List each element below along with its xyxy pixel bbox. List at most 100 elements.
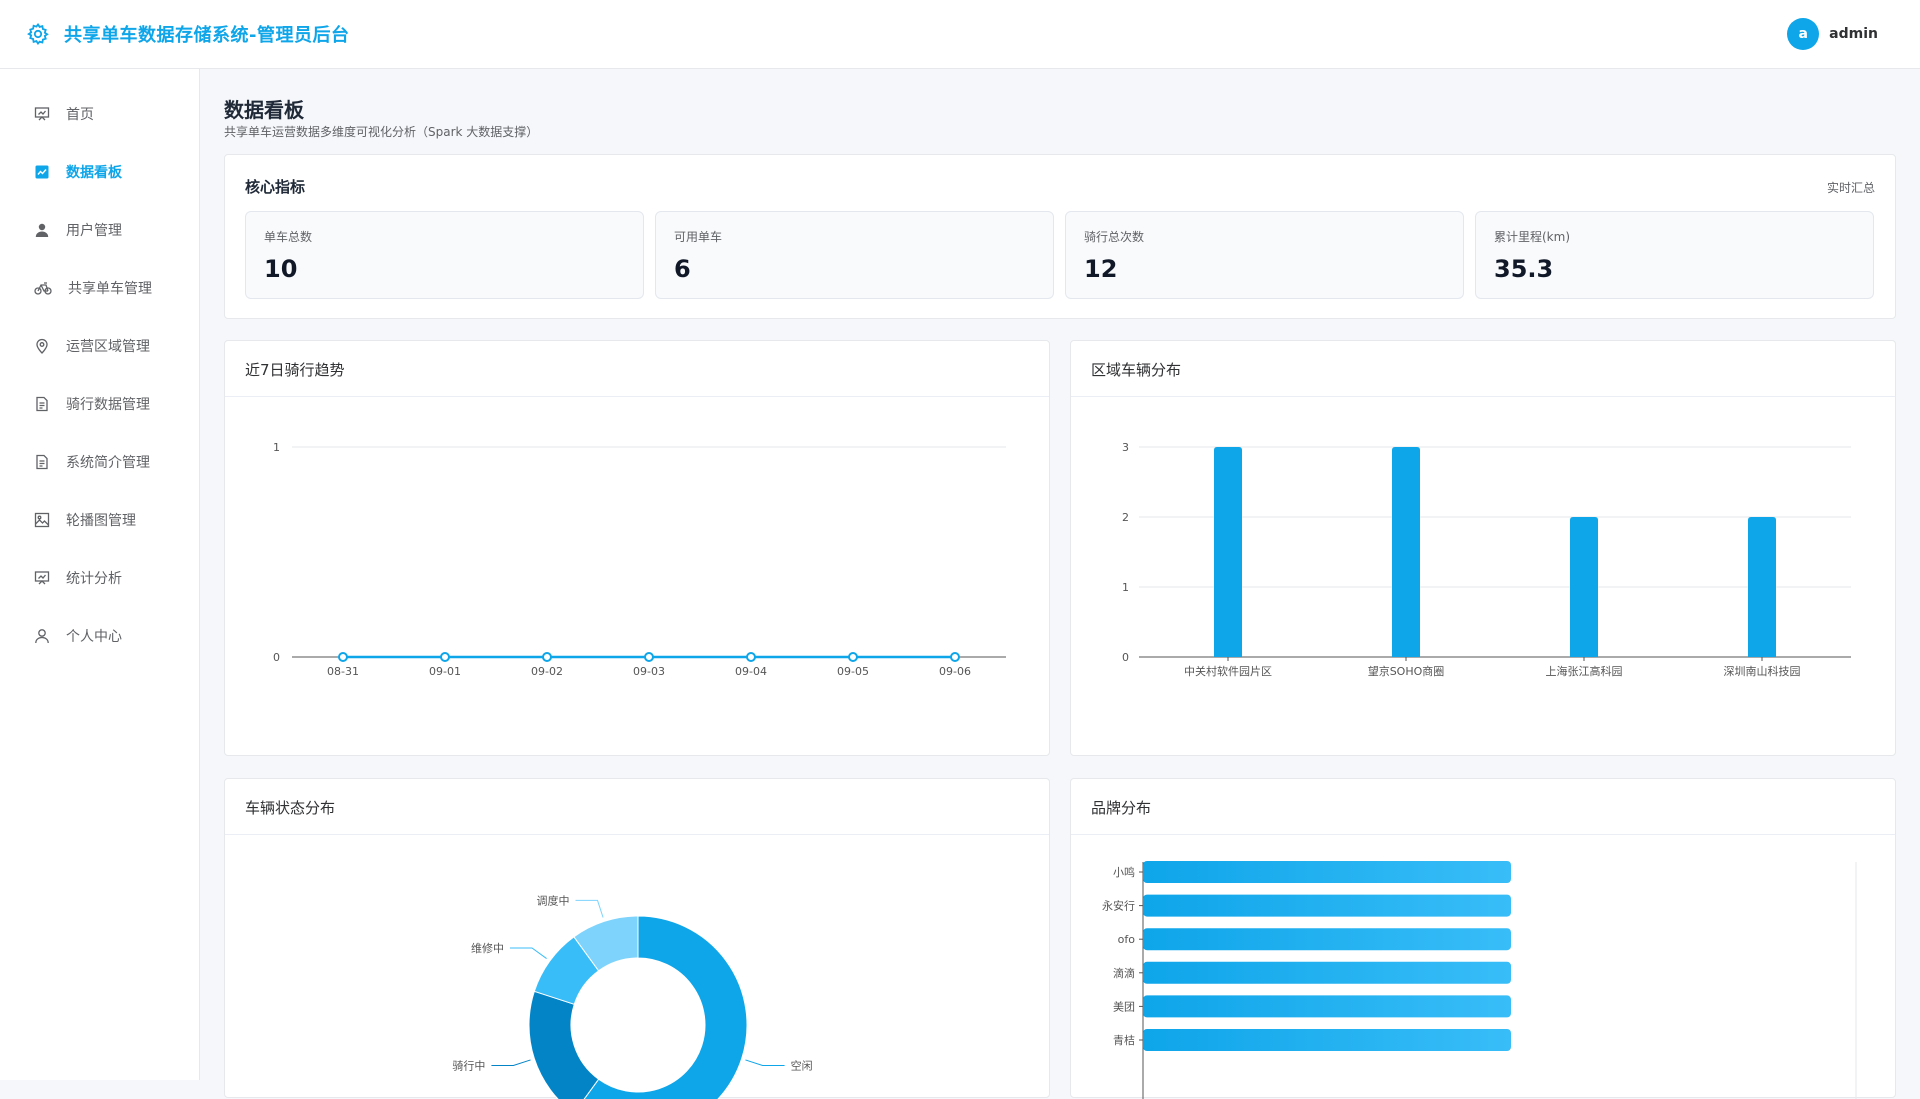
- x-tick-label: 09-01: [429, 665, 461, 678]
- x-tick-label: 09-04: [735, 665, 767, 678]
- bar: [1143, 928, 1511, 951]
- kpi-value: 12: [1084, 255, 1118, 283]
- image-icon: [34, 512, 50, 528]
- y-tick-label: 0: [273, 651, 280, 664]
- trend-card: 近7日骑行趋势 0 1 08-31 09-01 09-02 09-03 09-04 09-05…: [224, 340, 1050, 756]
- sidebar-item-rides[interactable]: 骑行数据管理: [0, 375, 199, 433]
- bar: [1143, 894, 1511, 917]
- y-tick-label: 小鸣: [1113, 865, 1135, 879]
- sidebar-item-label: 轮播图管理: [66, 513, 136, 529]
- y-tick-label: 青桔: [1113, 1033, 1135, 1047]
- region-chart: 0 1 2 3 中关村软件园片区 望京SOHO商圈 上海张江高科园 深圳南山科技园: [1122, 441, 1851, 678]
- status-card: 车辆状态分布 空闲 骑行中 维修中 调度中: [224, 778, 1050, 1099]
- x-tick-label: 09-06: [939, 665, 971, 678]
- slice-label: 维修中: [471, 941, 504, 955]
- trend-chart: 0 1 08-31 09-01 09-02 09-03 09-04 09-05 09-06: [273, 441, 1006, 678]
- user-menu[interactable]: a admin: [1787, 18, 1878, 50]
- sidebar-item-label: 运营区域管理: [66, 339, 150, 355]
- app-title: 共享单车数据存储系统-管理员后台: [64, 25, 350, 46]
- slice-label: 空闲: [791, 1058, 813, 1072]
- sidebar-item-users[interactable]: 用户管理: [0, 201, 199, 259]
- x-tick-label: 望京SOHO商圈: [1368, 664, 1445, 678]
- pie-slice: [528, 990, 600, 1099]
- slice-label: 骑行中: [452, 1059, 485, 1072]
- y-tick-label: 美团: [1113, 1000, 1135, 1013]
- brand-card: 品牌分布 小鸣 永安行 ofo 滴滴 美团 青桔: [1070, 778, 1896, 1099]
- page-title: 数据看板: [224, 98, 304, 122]
- sidebar-item-dashboard[interactable]: 数据看板: [0, 143, 199, 201]
- bar: [1143, 861, 1511, 883]
- sidebar-item-home[interactable]: 首页: [0, 85, 199, 143]
- kpi-value: 6: [674, 255, 691, 283]
- y-tick-label: ofo: [1118, 933, 1136, 946]
- user-outline-icon: [35, 629, 49, 644]
- y-tick-label: 0: [1122, 651, 1129, 664]
- bar: [1748, 517, 1776, 657]
- sidebar-item-label: 用户管理: [66, 223, 122, 239]
- sidebar-item-bikes[interactable]: 共享单车管理: [0, 259, 199, 317]
- bar: [1214, 447, 1242, 657]
- gear-icon: [26, 22, 50, 46]
- document-icon: [36, 454, 48, 470]
- presentation-icon: [34, 571, 50, 585]
- bar: [1143, 995, 1511, 1018]
- region-card: 区域车辆分布 0 1 2 3 中关村软件园片区 望京SOHO商圈 上海张江高科园 深圳南山科技…: [1070, 340, 1896, 756]
- username[interactable]: admin: [1829, 26, 1878, 42]
- sidebar-item-label: 个人中心: [66, 629, 122, 645]
- kpi-title: 核心指标: [245, 178, 306, 196]
- sidebar-item-profile[interactable]: 个人中心: [0, 607, 199, 665]
- y-tick-label: 1: [273, 441, 280, 454]
- data-point: [542, 652, 552, 662]
- status-chart: 空闲 骑行中 维修中 调度中: [452, 893, 813, 1099]
- sidebar-item-label: 共享单车管理: [68, 281, 152, 297]
- sidebar-item-label: 骑行数据管理: [66, 397, 150, 413]
- data-point: [338, 652, 348, 662]
- x-tick-label: 上海张江高科园: [1546, 664, 1623, 678]
- x-tick-label: 深圳南山科技园: [1724, 664, 1801, 678]
- x-tick-label: 中关村软件园片区: [1184, 664, 1272, 678]
- x-tick-label: 09-05: [837, 665, 869, 678]
- x-tick-label: 08-31: [327, 665, 359, 678]
- kpi-label: 单车总数: [264, 230, 313, 244]
- sidebar-item-regions[interactable]: 运营区域管理: [0, 317, 199, 375]
- kpi-label: 骑行总次数: [1084, 230, 1145, 244]
- y-tick-label: 1: [1122, 581, 1129, 594]
- data-point: [644, 652, 654, 662]
- data-point: [950, 652, 960, 662]
- data-point: [440, 652, 450, 662]
- user-icon: [35, 223, 49, 237]
- sidebar-item-intro[interactable]: 系统简介管理: [0, 433, 199, 491]
- sidebar-item-carousel[interactable]: 轮播图管理: [0, 491, 199, 549]
- page-subtitle: 共享单车运营数据多维度可视化分析（Spark 大数据支撑）: [224, 125, 539, 139]
- kpi-label: 累计里程(km): [1494, 230, 1571, 244]
- label-line: [745, 1059, 785, 1066]
- app-header: 共享单车数据存储系统-管理员后台 a admin: [0, 0, 1920, 69]
- kpi-card: 核心指标 实时汇总 单车总数 10 可用单车 6 骑行总次数 12 累计里程(k…: [224, 154, 1896, 319]
- kpi-value: 35.3: [1494, 255, 1554, 283]
- avatar[interactable]: a: [1787, 18, 1820, 50]
- y-tick-label: 2: [1122, 511, 1129, 524]
- sidebar: 首页 数据看板 用户管理 共享单车管理 运营区域管理 骑行数据管理 系统简介管理…: [0, 69, 200, 1080]
- sidebar-item-label: 首页: [66, 107, 94, 123]
- bar: [1392, 447, 1420, 657]
- data-point: [848, 652, 858, 662]
- kpi-total-rides: 骑行总次数 12: [1065, 211, 1464, 299]
- bar: [1143, 961, 1511, 984]
- brand: 共享单车数据存储系统-管理员后台: [26, 21, 349, 47]
- x-tick-label: 09-02: [531, 665, 563, 678]
- sidebar-item-stats[interactable]: 统计分析: [0, 549, 199, 607]
- y-tick-label: 永安行: [1102, 899, 1135, 913]
- sidebar-item-label: 数据看板: [66, 165, 122, 181]
- label-line: [510, 947, 547, 959]
- data-point: [746, 652, 756, 662]
- y-tick-label: 滴滴: [1113, 966, 1135, 980]
- brand-chart: 小鸣永安行 ofo 滴滴美团青桔: [1102, 861, 1857, 1099]
- x-tick-label: 09-03: [633, 665, 665, 678]
- presentation-icon: [34, 107, 50, 121]
- label-line: [575, 899, 604, 918]
- bar: [1570, 517, 1598, 657]
- document-icon: [36, 396, 48, 412]
- kpi-available-bikes: 可用单车 6: [655, 211, 1054, 299]
- kpi-total-distance: 累计里程(km) 35.3: [1475, 211, 1874, 299]
- slice-label: 调度中: [537, 893, 570, 907]
